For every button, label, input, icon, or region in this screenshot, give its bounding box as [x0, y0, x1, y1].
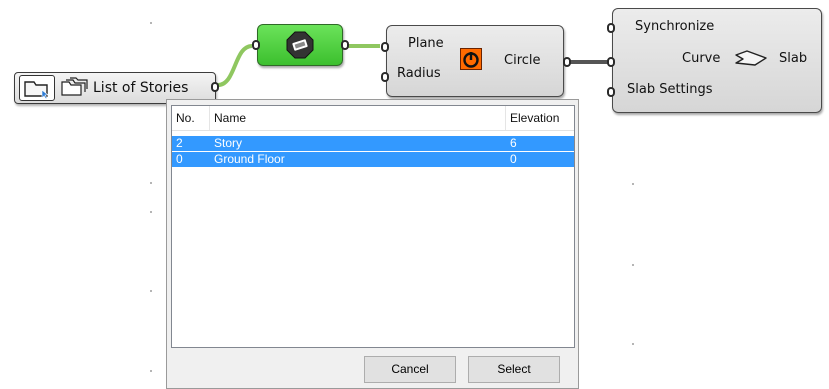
plane-input-port[interactable]: [381, 42, 389, 52]
circle-icon: [460, 48, 482, 70]
curve-input-port[interactable]: [607, 57, 615, 67]
param-input-port[interactable]: [252, 40, 260, 50]
list-header: No. Name Elevation: [172, 106, 574, 131]
list-output-port[interactable]: [211, 82, 219, 92]
story-list[interactable]: No. Name Elevation 2 Story 6 0 Ground Fl…: [171, 105, 575, 348]
canvas-dot: [632, 343, 634, 345]
story-selector-icon[interactable]: [19, 75, 55, 101]
canvas-dot: [150, 182, 152, 184]
select-button[interactable]: Select: [468, 356, 560, 383]
slab-settings-input-label: Slab Settings: [627, 82, 713, 97]
row-name: Story: [214, 136, 243, 150]
radius-input-label: Radius: [397, 66, 441, 81]
slab-icon: [733, 49, 769, 69]
radius-input-port[interactable]: [381, 72, 389, 82]
slab-settings-input-port[interactable]: [607, 87, 615, 97]
folder-stack-icon: [59, 77, 89, 99]
synchronize-input-port[interactable]: [607, 23, 615, 33]
row-elevation: 6: [510, 136, 517, 150]
row-no: 0: [176, 152, 183, 166]
plane-input-label: Plane: [408, 36, 444, 51]
param-component[interactable]: [252, 24, 349, 66]
canvas-dot: [150, 290, 152, 292]
curve-input-label: Curve: [682, 51, 721, 66]
circle-component[interactable]: Plane Radius Circle: [381, 25, 571, 97]
row-no: 2: [176, 136, 183, 150]
circle-output-port[interactable]: [563, 57, 571, 67]
story-selection-dialog: No. Name Elevation 2 Story 6 0 Ground Fl…: [166, 99, 579, 389]
column-header-no[interactable]: No.: [172, 106, 210, 130]
param-output-port[interactable]: [341, 40, 349, 50]
cancel-button[interactable]: Cancel: [364, 356, 456, 383]
column-header-elevation[interactable]: Elevation: [506, 106, 574, 130]
row-elevation: 0: [510, 152, 517, 166]
row-name: Ground Floor: [214, 152, 285, 166]
wire-list-to-param: [217, 44, 253, 87]
list-of-stories-label: List of Stories: [93, 80, 189, 96]
canvas-dot: [150, 370, 152, 372]
column-header-name[interactable]: Name: [210, 106, 506, 130]
param-icon: [286, 31, 314, 59]
list-item[interactable]: 0 Ground Floor 0: [172, 152, 574, 167]
circle-output-label: Circle: [504, 53, 541, 68]
canvas-dot: [632, 264, 634, 266]
canvas-dot: [150, 22, 152, 24]
slab-component[interactable]: Synchronize Curve Slab Slab Settings: [607, 8, 822, 113]
canvas-dot: [632, 183, 634, 185]
synchronize-input-label: Synchronize: [635, 19, 715, 34]
canvas-dot: [150, 211, 152, 213]
slab-output-label: Slab: [779, 51, 808, 66]
list-item[interactable]: 2 Story 6: [172, 136, 574, 151]
